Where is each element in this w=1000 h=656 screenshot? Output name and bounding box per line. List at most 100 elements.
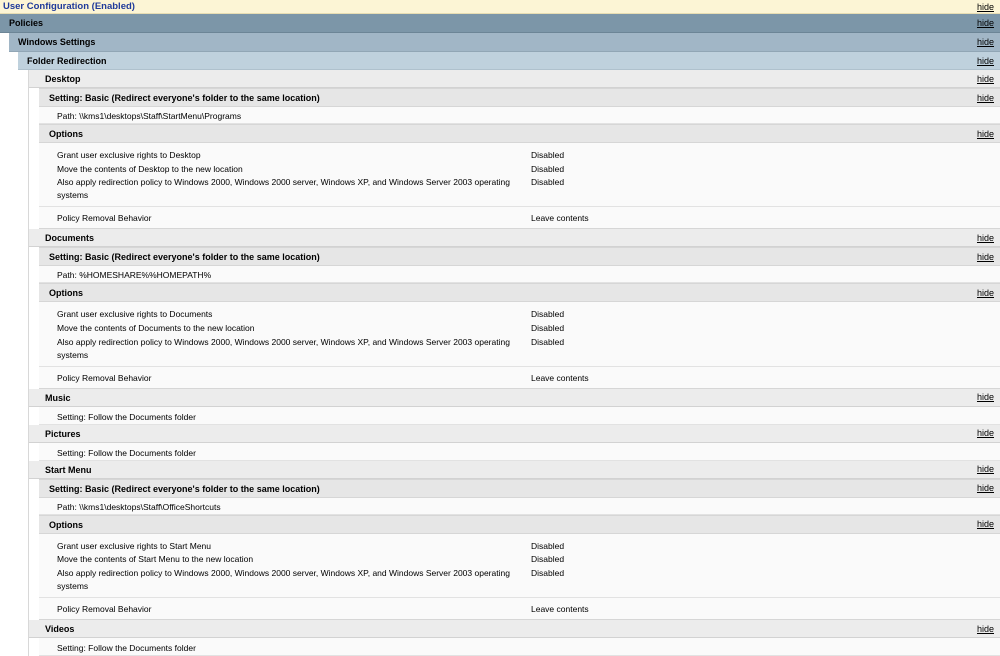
path-text: Path: \\kms1\desktops\Staff\StartMenu\Pr… (57, 111, 242, 121)
category-title: Start Menu (45, 464, 92, 475)
option-label: Grant user exclusive rights to Documents (57, 309, 213, 320)
hide-link[interactable]: hide (977, 392, 994, 402)
hide-link[interactable]: hide (977, 56, 994, 66)
option-value: Disabled (531, 554, 565, 565)
hide-link[interactable]: hide (977, 129, 994, 139)
option-row: Grant user exclusive rights to Start Men… (39, 540, 1000, 554)
options-table: Grant user exclusive rights to Documents… (39, 302, 1000, 367)
options-header: Options hide (39, 124, 1000, 143)
hide-link[interactable]: hide (977, 288, 994, 298)
option-value: Disabled (531, 568, 565, 579)
option-row: Also apply redirection policy to Windows… (39, 176, 1000, 202)
setting-header: Setting: Basic (Redirect everyone's fold… (39, 478, 1000, 498)
hide-link[interactable]: hide (977, 74, 994, 84)
option-value: Disabled (531, 177, 565, 188)
category-title: Desktop (45, 74, 81, 84)
category-start-menu: Start Menu hide (29, 460, 1000, 479)
follow-setting-row: Setting: Follow the Documents folder (39, 442, 1000, 461)
setting-header: Setting: Basic (Redirect everyone's fold… (39, 88, 1000, 107)
path-row: Path: \\kms1\desktops\Staff\OfficeShortc… (39, 497, 1000, 515)
policy-removal-row: Policy Removal Behavior Leave contents (39, 366, 1000, 389)
hide-link[interactable]: hide (977, 2, 994, 12)
path-text: Path: %HOMESHARE%%HOMEPATH% (57, 270, 212, 281)
option-label: Move the contents of Desktop to the new … (57, 163, 243, 174)
option-value: Disabled (531, 323, 565, 334)
category-title: Videos (45, 624, 75, 635)
option-label: Move the contents of Start Menu to the n… (57, 554, 254, 565)
option-value: Disabled (531, 309, 565, 320)
option-row: Move the contents of Documents to the ne… (39, 322, 1000, 336)
option-row: Also apply redirection policy to Windows… (39, 567, 1000, 593)
follow-setting-text: Setting: Follow the Documents folder (57, 643, 196, 654)
option-value: Disabled (531, 540, 565, 551)
option-label: Grant user exclusive rights to Start Men… (57, 540, 212, 551)
policy-removal-label: Policy Removal Behavior (57, 372, 152, 383)
setting-header: Setting: Basic (Redirect everyone's fold… (39, 247, 1000, 267)
options-title: Options (49, 519, 83, 530)
follow-setting-row: Setting: Follow the Documents folder (39, 406, 1000, 425)
options-table: Grant user exclusive rights to Desktop D… (39, 143, 1000, 208)
path-row: Path: %HOMESHARE%%HOMEPATH% (39, 266, 1000, 284)
hide-link[interactable]: hide (977, 252, 994, 262)
windows-settings-header: Windows Settings hide (9, 33, 1000, 52)
option-row: Grant user exclusive rights to Desktop D… (39, 149, 1000, 163)
category-videos: Videos hide (29, 620, 1000, 639)
hide-link[interactable]: hide (977, 233, 994, 243)
options-title: Options (49, 129, 83, 139)
policy-removal-row: Policy Removal Behavior Leave contents (39, 598, 1000, 621)
policy-removal-value: Leave contents (531, 213, 589, 224)
option-label: Also apply redirection policy to Windows… (57, 336, 510, 360)
option-row: Also apply redirection policy to Windows… (39, 336, 1000, 362)
option-value: Disabled (531, 336, 565, 347)
category-desktop: Desktop hide (29, 70, 1000, 88)
category-pictures: Pictures hide (29, 424, 1000, 443)
hide-link[interactable]: hide (977, 37, 994, 47)
folder-redirection-title: Folder Redirection (27, 56, 107, 66)
hide-link[interactable]: hide (977, 519, 994, 529)
path-text: Path: \\kms1\desktops\Staff\OfficeShortc… (57, 501, 221, 512)
policy-removal-value: Leave contents (531, 372, 589, 383)
option-label: Also apply redirection policy to Windows… (57, 568, 510, 592)
option-label: Also apply redirection policy to Windows… (57, 177, 510, 201)
setting-title: Setting: Basic (Redirect everyone's fold… (49, 483, 320, 494)
user-configuration-header: User Configuration (Enabled) hide (0, 0, 1000, 14)
option-row: Move the contents of Start Menu to the n… (39, 553, 1000, 567)
setting-title: Setting: Basic (Redirect everyone's fold… (49, 93, 320, 103)
policy-removal-value: Leave contents (531, 604, 589, 615)
options-table: Grant user exclusive rights to Start Men… (39, 533, 1000, 599)
option-label: Grant user exclusive rights to Desktop (57, 150, 201, 160)
category-title: Music (45, 392, 71, 403)
option-row: Move the contents of Desktop to the new … (39, 163, 1000, 177)
policies-title: Policies (9, 18, 44, 28)
follow-setting-text: Setting: Follow the Documents folder (57, 411, 196, 422)
hide-link[interactable]: hide (977, 93, 994, 103)
category-title: Documents (45, 233, 95, 244)
policies-header: Policies hide (0, 14, 1000, 33)
folder-redirection-header: Folder Redirection hide (18, 52, 1000, 70)
options-header: Options hide (39, 514, 1000, 534)
option-row: Grant user exclusive rights to Documents… (39, 308, 1000, 322)
setting-title: Setting: Basic (Redirect everyone's fold… (49, 252, 320, 263)
category-title: Pictures (45, 428, 81, 439)
folder-redirection-content: Desktop hide Setting: Basic (Redirect ev… (28, 70, 1000, 656)
follow-setting-text: Setting: Follow the Documents folder (57, 447, 196, 458)
hide-link[interactable]: hide (977, 624, 994, 634)
policy-removal-row: Policy Removal Behavior Leave contents (39, 207, 1000, 230)
option-label: Move the contents of Documents to the ne… (57, 323, 255, 334)
user-configuration-title: User Configuration (Enabled) (3, 1, 135, 12)
hide-link[interactable]: hide (977, 18, 994, 28)
category-music: Music hide (29, 388, 1000, 407)
follow-setting-row: Setting: Follow the Documents folder (39, 638, 1000, 656)
options-title: Options (49, 288, 83, 299)
option-value: Disabled (531, 163, 565, 174)
hide-link[interactable]: hide (977, 483, 994, 493)
category-documents: Documents hide (29, 229, 1000, 248)
options-header: Options hide (39, 283, 1000, 303)
hide-link[interactable]: hide (977, 464, 994, 474)
option-value: Disabled (531, 150, 565, 160)
policy-removal-label: Policy Removal Behavior (57, 213, 152, 224)
windows-settings-title: Windows Settings (18, 37, 96, 47)
path-row: Path: \\kms1\desktops\Staff\StartMenu\Pr… (39, 107, 1000, 124)
policy-removal-label: Policy Removal Behavior (57, 604, 152, 615)
hide-link[interactable]: hide (977, 428, 994, 438)
